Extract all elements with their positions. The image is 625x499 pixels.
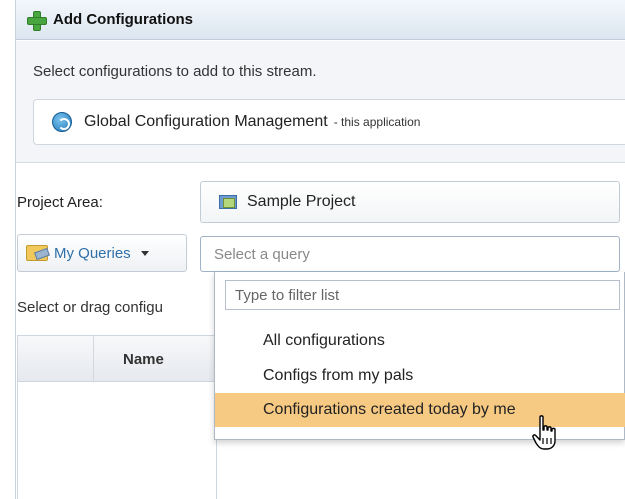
query-option-highlighted[interactable]: Configurations created today by me <box>215 393 625 427</box>
project-area-select[interactable]: Sample Project <box>200 181 620 223</box>
caret-down-icon <box>140 250 149 256</box>
application-box: Global Configuration Management - this a… <box>33 99 625 145</box>
configurations-table: Name <box>17 335 217 499</box>
query-option[interactable]: Configs from my pals <box>215 359 625 393</box>
application-section: Select configurations to add to this str… <box>16 41 625 163</box>
hand-cursor-icon <box>532 415 556 450</box>
my-queries-button[interactable]: My Queries <box>17 234 187 272</box>
dialog-title-bar: Add Configurations <box>16 0 625 40</box>
column-header-name[interactable]: Name <box>123 351 164 368</box>
application-name: Global Configuration Management <box>84 113 328 130</box>
my-queries-label: My Queries <box>54 244 131 262</box>
query-dropdown: All configurations Configs from my pals … <box>214 272 625 440</box>
column-divider <box>93 336 94 382</box>
project-area-label: Project Area: <box>17 194 103 211</box>
plus-icon <box>26 10 47 31</box>
project-area-value: Sample Project <box>247 193 356 210</box>
gcm-app-icon <box>52 112 72 132</box>
application-note: - this application <box>333 115 421 129</box>
table-header: Name <box>18 336 216 382</box>
instruction-text: Select configurations to add to this str… <box>33 63 317 80</box>
filter-input[interactable] <box>225 280 620 310</box>
dialog-title: Add Configurations <box>53 11 193 28</box>
query-option[interactable]: All configurations <box>215 324 625 358</box>
project-icon <box>219 195 237 209</box>
folder-query-icon <box>26 245 48 261</box>
drag-instruction: Select or drag configu <box>17 299 163 316</box>
query-select[interactable]: Select a query <box>200 236 620 272</box>
